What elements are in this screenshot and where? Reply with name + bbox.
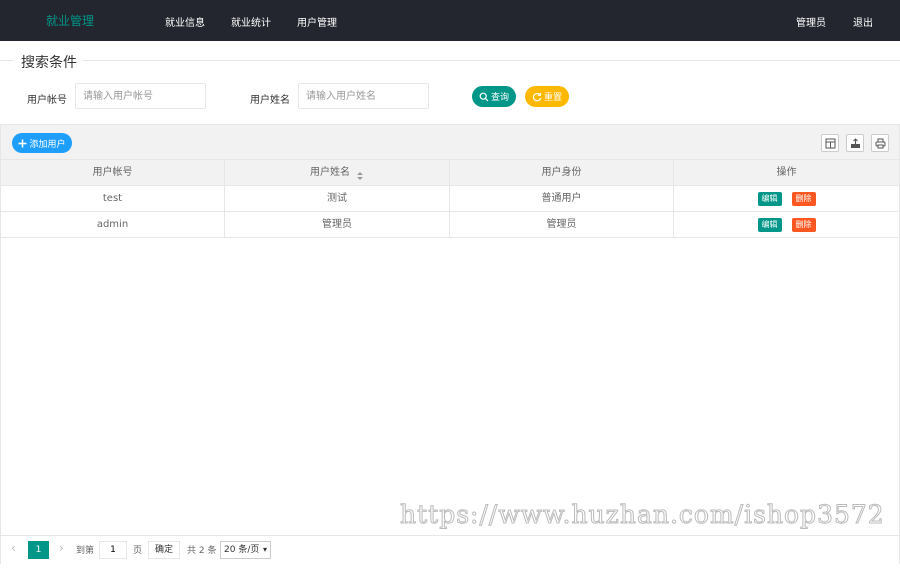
nav-employment-stats[interactable]: 就业统计 xyxy=(231,14,271,29)
fieldset-border-left xyxy=(0,60,14,61)
logout-link[interactable]: 退出 xyxy=(853,14,873,29)
edit-button[interactable]: 编辑 xyxy=(757,192,782,206)
add-user-button[interactable]: 添加用户 xyxy=(12,133,72,153)
page-unit: 页 xyxy=(133,546,143,556)
refresh-icon xyxy=(532,92,542,101)
cell-name: 管理员 xyxy=(225,212,450,238)
current-page[interactable]: 1 xyxy=(28,541,49,559)
cell-account: test xyxy=(1,186,225,212)
chevron-down-icon: ▾ xyxy=(262,545,267,554)
goto-label: 到第 xyxy=(76,546,95,556)
header-name-label: 用户姓名 xyxy=(310,167,350,178)
table-header: 用户帐号 用户姓名 用户身份 操作 xyxy=(1,160,899,186)
cell-actions: 编辑 删除 xyxy=(674,212,899,238)
search-button[interactable]: 查询 xyxy=(472,86,516,107)
table-row: admin 管理员 管理员 编辑 删除 xyxy=(1,212,899,238)
plus-icon xyxy=(18,139,27,147)
search-legend: 搜索条件 xyxy=(21,52,77,72)
pagination: ‹ 1 › 到第 页 确定 共 2 条 20 条/页 ▾ xyxy=(1,535,899,564)
delete-button[interactable]: 删除 xyxy=(791,192,816,206)
confirm-button[interactable]: 确定 xyxy=(148,541,180,559)
header-account[interactable]: 用户帐号 xyxy=(1,160,225,186)
cell-name: 测试 xyxy=(225,186,450,212)
nav-employment-info[interactable]: 就业信息 xyxy=(165,14,205,29)
cell-account: admin xyxy=(1,212,225,238)
table-toolbar: 添加用户 xyxy=(1,125,899,160)
header-actions: 操作 xyxy=(776,167,797,178)
name-label: 用户姓名 xyxy=(250,95,290,106)
table-row: test 测试 普通用户 编辑 删除 xyxy=(1,186,899,212)
columns-icon[interactable] xyxy=(821,134,839,152)
export-icon[interactable] xyxy=(846,134,864,152)
cell-role: 管理员 xyxy=(450,212,674,238)
page-size-select[interactable]: 20 条/页 ▾ xyxy=(220,541,271,559)
add-user-label: 添加用户 xyxy=(29,139,66,150)
next-page-icon[interactable]: › xyxy=(59,541,64,555)
name-input[interactable] xyxy=(298,83,429,109)
delete-button[interactable]: 删除 xyxy=(791,218,816,232)
cell-role: 普通用户 xyxy=(450,186,674,212)
search-icon xyxy=(479,92,489,101)
goto-page-input[interactable] xyxy=(99,541,127,559)
fieldset-border-right xyxy=(82,60,900,61)
reset-button[interactable]: 重置 xyxy=(525,86,569,107)
user-table-panel: 添加用户 用户帐号 用户姓名 用户身份 操作 test 测试 普通用户 编辑 删… xyxy=(0,124,900,564)
top-header: 就业管理 就业信息 就业统计 用户管理 管理员 退出 xyxy=(0,0,900,41)
nav-user-management[interactable]: 用户管理 xyxy=(297,14,337,29)
page-size-value: 20 条/页 xyxy=(224,545,260,555)
current-user[interactable]: 管理员 xyxy=(796,14,826,29)
reset-button-label: 重置 xyxy=(543,93,562,103)
edit-button[interactable]: 编辑 xyxy=(757,218,782,232)
brand-logo[interactable]: 就业管理 xyxy=(46,12,94,29)
search-button-label: 查询 xyxy=(490,93,509,103)
header-role[interactable]: 用户身份 xyxy=(450,160,674,186)
print-icon[interactable] xyxy=(871,134,889,152)
prev-page-icon[interactable]: ‹ xyxy=(11,541,16,555)
cell-actions: 编辑 删除 xyxy=(674,186,899,212)
total-count: 共 2 条 xyxy=(187,546,217,556)
sort-icon[interactable] xyxy=(356,166,364,180)
account-label: 用户帐号 xyxy=(27,95,67,106)
header-name[interactable]: 用户姓名 xyxy=(225,160,450,186)
account-input[interactable] xyxy=(75,83,206,109)
